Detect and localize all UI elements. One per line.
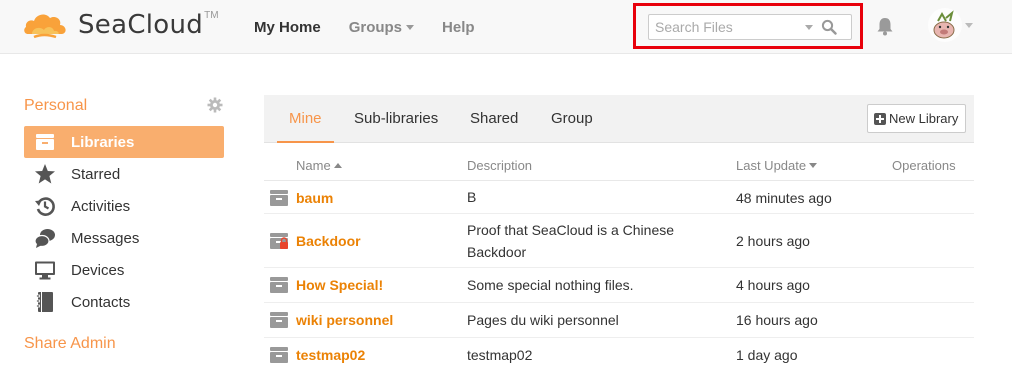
sidebar-item-label: Contacts (71, 293, 131, 311)
sidebar-item-activities[interactable]: Activities (24, 190, 224, 222)
sort-ascending-icon (333, 163, 342, 168)
search-options-caret-icon[interactable] (805, 24, 813, 30)
library-description: Proof that SeaCloud is a Chinese Backdoo… (467, 222, 675, 260)
nav-groups[interactable]: Groups (348, 18, 415, 36)
nav-help-label: Help (442, 18, 475, 36)
nav-help[interactable]: Help (442, 19, 475, 36)
nav-my-home-label: My Home (254, 18, 321, 36)
column-header-name[interactable]: Name (296, 158, 342, 173)
sidebar-item-libraries[interactable]: Libraries (24, 126, 224, 158)
brand-trademark: TM (204, 9, 219, 21)
sidebar-item-label: Activities (71, 197, 131, 215)
column-name-label: Name (296, 158, 331, 173)
encrypted-library-icon (269, 232, 289, 250)
search-input[interactable] (649, 19, 805, 35)
column-header-operations: Operations (892, 158, 956, 173)
library-name-link[interactable]: testmap02 (296, 347, 365, 363)
library-icon (34, 131, 56, 153)
library-icon (269, 189, 289, 207)
table-row[interactable]: testmap02 testmap02 1 day ago (264, 338, 974, 370)
library-name-link[interactable]: Backdoor (296, 233, 361, 249)
main-nav: My Home Groups Help (254, 0, 503, 54)
clock-icon (34, 195, 56, 217)
column-header-description: Description (467, 158, 533, 173)
library-description: Some special nothing files. (467, 277, 634, 293)
nav-my-home[interactable]: My Home (254, 19, 321, 36)
brand-name: SeaCloud (78, 10, 204, 40)
sidebar-heading-personal: Personal (24, 97, 88, 114)
search-icon[interactable] (821, 19, 837, 35)
chat-bubbles-icon (34, 227, 56, 249)
cloud-logo-icon (24, 14, 66, 39)
gear-icon[interactable] (207, 97, 223, 113)
sidebar-item-devices[interactable]: Devices (24, 254, 224, 286)
library-name-link[interactable]: baum (296, 190, 333, 206)
library-last-update: 16 hours ago (736, 312, 818, 328)
library-last-update: 4 hours ago (736, 277, 810, 293)
sidebar-heading-share-admin: Share Admin (24, 335, 116, 352)
library-icon (269, 346, 289, 364)
nav-groups-label: Groups (348, 18, 403, 36)
library-description: B (467, 189, 477, 205)
table-row[interactable]: How Special! Some special nothing files.… (264, 268, 974, 303)
address-book-icon (34, 291, 56, 313)
search-highlight-box (633, 3, 863, 49)
sidebar-item-label: Libraries (71, 133, 135, 151)
search-field[interactable] (648, 14, 852, 40)
table-row[interactable]: Backdoor Proof that SeaCloud is a Chines… (264, 214, 974, 268)
chevron-down-icon (406, 24, 415, 30)
plus-icon (874, 112, 886, 125)
tab-shared[interactable]: Shared (470, 95, 518, 143)
sort-descending-icon (809, 163, 818, 168)
library-description: Pages du wiki personnel (467, 312, 619, 328)
library-icon (269, 276, 289, 294)
top-header: SeaCloud TM My Home Groups Help (0, 0, 1012, 54)
sidebar-item-label: Starred (71, 165, 121, 183)
library-last-update: 48 minutes ago (736, 190, 832, 206)
bell-icon[interactable] (874, 15, 896, 37)
seacloud-logo[interactable]: SeaCloud TM (22, 6, 219, 44)
sidebar-item-contacts[interactable]: Contacts (24, 286, 224, 318)
library-icon (269, 311, 289, 329)
sidebar-item-messages[interactable]: Messages (24, 222, 224, 254)
column-header-last-update[interactable]: Last Update (736, 158, 818, 173)
avatar[interactable] (928, 8, 962, 42)
sidebar-item-label: Devices (71, 261, 125, 279)
library-description: testmap02 (467, 347, 533, 363)
user-menu-caret-icon[interactable] (965, 23, 973, 28)
new-library-label: New Library (889, 111, 959, 126)
tab-sub-libraries[interactable]: Sub-libraries (354, 95, 438, 143)
table-row[interactable]: wiki personnel Pages du wiki personnel 1… (264, 303, 974, 338)
user-avatar-icon (928, 8, 962, 42)
new-library-button[interactable]: New Library (867, 104, 967, 133)
sidebar-item-starred[interactable]: Starred (24, 158, 224, 190)
column-last-update-label: Last Update (736, 158, 807, 173)
monitor-icon (34, 259, 56, 281)
library-last-update: 2 hours ago (736, 233, 810, 249)
library-last-update: 1 day ago (736, 347, 798, 363)
tab-group[interactable]: Group (551, 95, 593, 143)
library-name-link[interactable]: How Special! (296, 277, 383, 293)
star-icon (34, 163, 56, 185)
sidebar-item-label: Messages (71, 229, 140, 247)
table-row[interactable]: baum B 48 minutes ago (264, 181, 974, 214)
tab-mine[interactable]: Mine (277, 95, 333, 143)
sidebar-nav: Libraries Starred Activities Messages De… (24, 126, 224, 318)
library-name-link[interactable]: wiki personnel (296, 312, 393, 328)
library-tabs: Mine Sub-libraries Shared Group New Libr… (264, 95, 974, 143)
